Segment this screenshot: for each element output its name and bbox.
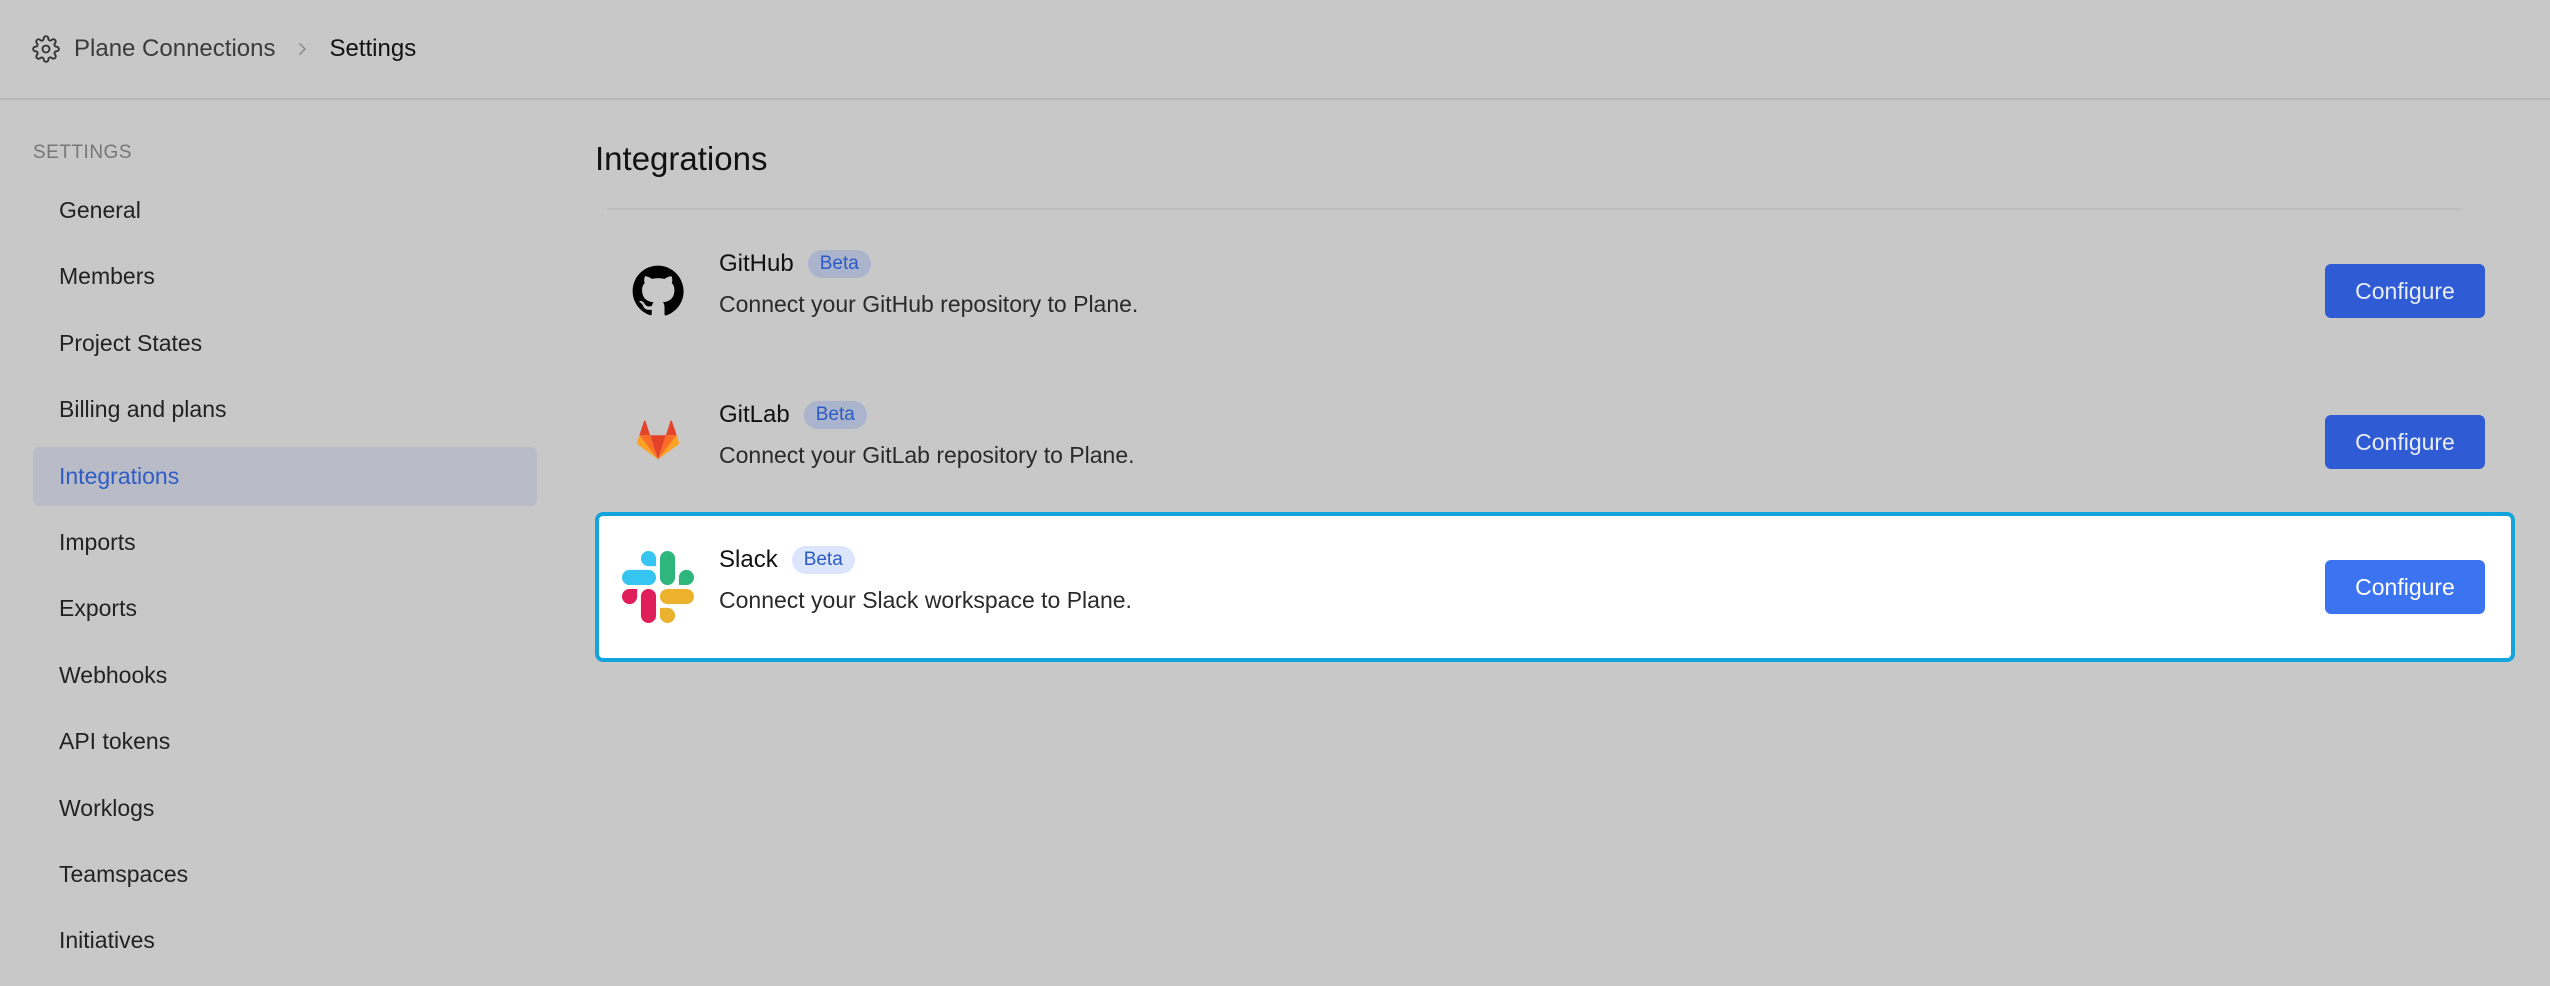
integration-name: GitHub — [719, 250, 794, 277]
configure-slack-button[interactable]: Configure — [2325, 560, 2485, 614]
sidebar-item-imports[interactable]: Imports — [33, 513, 537, 572]
beta-badge: Beta — [791, 546, 855, 574]
integration-card-github: GitHub Beta Connect your GitHub reposito… — [595, 216, 2515, 366]
sidebar-item-worklogs[interactable]: Worklogs — [33, 779, 537, 838]
integration-description: Connect your GitHub repository to Plane. — [719, 291, 1139, 317]
configure-gitlab-button[interactable]: Configure — [2325, 415, 2485, 469]
sidebar-item-integrations[interactable]: Integrations — [33, 447, 537, 506]
sidebar-item-teamspaces[interactable]: Teamspaces — [33, 845, 537, 904]
sidebar-item-exports[interactable]: Exports — [33, 579, 537, 638]
integration-card-slack: Slack Beta Connect your Slack workspace … — [595, 512, 2515, 662]
sidebar-item-api-tokens[interactable]: API tokens — [33, 712, 537, 771]
gear-icon[interactable] — [32, 35, 60, 63]
integration-card-gitlab: GitLab Beta Connect your GitLab reposito… — [595, 367, 2515, 517]
integration-description: Connect your GitLab repository to Plane. — [719, 442, 1135, 468]
integration-name: Slack — [719, 546, 778, 573]
integration-description: Connect your Slack workspace to Plane. — [719, 587, 1132, 613]
sidebar-heading: SETTINGS — [33, 142, 133, 163]
sidebar-item-billing[interactable]: Billing and plans — [33, 380, 537, 439]
gitlab-icon — [621, 405, 695, 479]
chevron-right-icon — [293, 40, 311, 58]
settings-sidebar: SETTINGS General Members Project States … — [0, 100, 560, 986]
slack-icon — [621, 550, 695, 624]
sidebar-item-webhooks[interactable]: Webhooks — [33, 646, 537, 705]
beta-badge: Beta — [807, 250, 871, 278]
github-icon — [621, 254, 695, 328]
page-title: Integrations — [595, 140, 768, 177]
divider — [607, 208, 2462, 210]
integrations-panel: Integrations GitHub Beta Connect your Gi… — [595, 100, 2525, 986]
breadcrumb: Plane Connections Settings — [0, 0, 2550, 100]
breadcrumb-current: Settings — [329, 35, 417, 62]
configure-github-button[interactable]: Configure — [2325, 264, 2485, 318]
sidebar-item-project-states[interactable]: Project States — [33, 314, 537, 373]
sidebar-item-initiatives[interactable]: Initiatives — [33, 911, 537, 970]
breadcrumb-root[interactable]: Plane Connections — [74, 35, 275, 63]
beta-badge: Beta — [803, 401, 867, 429]
sidebar-item-members[interactable]: Members — [33, 247, 537, 306]
integration-name: GitLab — [719, 401, 790, 428]
sidebar-item-general[interactable]: General — [33, 181, 537, 240]
